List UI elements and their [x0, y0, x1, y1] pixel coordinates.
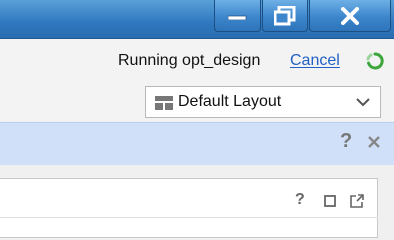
layout-dropdown[interactable]: Default Layout	[145, 86, 381, 118]
progress-spinner-icon	[366, 52, 384, 70]
float-panel-icon[interactable]	[350, 194, 364, 208]
chevron-down-icon	[356, 98, 370, 107]
panel-help-icon[interactable]: ?	[295, 191, 305, 209]
close-icon	[341, 6, 359, 25]
run-status-text: Running opt_design	[118, 52, 261, 69]
content-panel: ?	[0, 178, 378, 238]
layout-selected-value: Default Layout	[178, 93, 282, 110]
panel-header-divider	[0, 217, 378, 218]
layout-grid-icon	[155, 96, 173, 110]
close-button[interactable]	[309, 0, 391, 32]
cancel-link[interactable]: Cancel	[290, 52, 340, 70]
info-banner: ?	[0, 122, 394, 166]
maximize-icon	[274, 5, 296, 25]
maximize-panel-icon[interactable]	[324, 195, 336, 207]
minimize-icon	[227, 15, 246, 20]
close-banner-icon[interactable]	[367, 135, 381, 149]
help-icon[interactable]: ?	[340, 130, 352, 153]
minimize-button[interactable]	[214, 0, 261, 32]
window-titlebar	[0, 0, 394, 39]
maximize-button[interactable]	[262, 0, 308, 32]
